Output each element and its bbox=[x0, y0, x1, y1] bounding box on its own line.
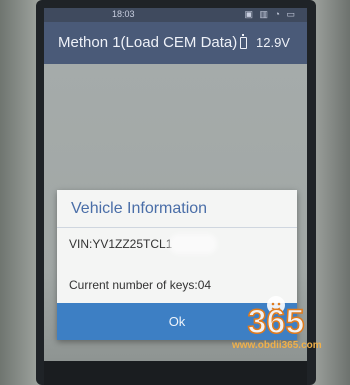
dialog-title: Vehicle Information bbox=[71, 200, 208, 217]
battery-voltage: 12.9V bbox=[256, 35, 290, 50]
vin-row: VIN:YV1ZZ25TCL1 bbox=[69, 237, 215, 251]
app-header: Methon 1(Load CEM Data) 12.9V bbox=[44, 22, 307, 64]
watermark-logo-text: 365 bbox=[248, 303, 305, 339]
device-bottom-bezel bbox=[44, 361, 307, 385]
watermark-logo: 365 bbox=[230, 291, 322, 344]
status-bar: 18:03 ▣ ▥ ◔ ▭ bbox=[44, 8, 307, 22]
key-count-text: Current number of keys:04 bbox=[69, 278, 212, 292]
status-time: 18:03 bbox=[112, 9, 135, 19]
dialog-divider bbox=[57, 227, 297, 228]
watermark-url: www.obdii365.com bbox=[232, 340, 322, 351]
battery-icon bbox=[240, 34, 247, 49]
vin-redaction bbox=[172, 237, 215, 251]
page-title: Methon 1(Load CEM Data) bbox=[58, 34, 238, 51]
vin-value: VIN:YV1ZZ25TCL1 bbox=[69, 237, 173, 251]
status-icons: ▣ ▥ ◔ ▭ bbox=[244, 9, 297, 19]
